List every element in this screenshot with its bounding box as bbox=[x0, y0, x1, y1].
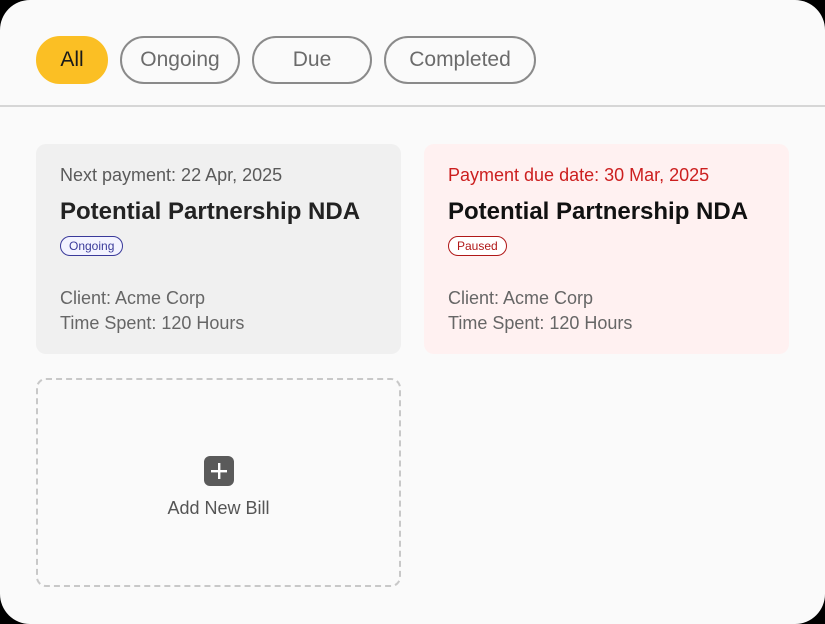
plus-icon bbox=[204, 456, 234, 486]
filter-bar: All Ongoing Due Completed bbox=[0, 0, 825, 107]
filter-chip-due[interactable]: Due bbox=[252, 36, 372, 84]
bill-title: Potential Partnership NDA bbox=[448, 198, 749, 225]
time-spent: Time Spent: 120 Hours bbox=[448, 313, 633, 333]
status-badge: Paused bbox=[448, 236, 507, 256]
bill-card[interactable]: Next payment: 22 Apr, 2025 Potential Par… bbox=[36, 144, 401, 354]
filter-chip-completed[interactable]: Completed bbox=[384, 36, 536, 84]
bills-panel: All Ongoing Due Completed Next payment: … bbox=[0, 0, 825, 624]
status-badge: Ongoing bbox=[60, 236, 124, 256]
next-payment-date: Next payment: 22 Apr, 2025 bbox=[60, 165, 283, 185]
filter-chip-ongoing[interactable]: Ongoing bbox=[120, 36, 240, 84]
bill-details: Client: Acme Corp Time Spent: 120 Hours bbox=[448, 286, 632, 336]
bill-details: Client: Acme Corp Time Spent: 120 Hours bbox=[60, 286, 244, 336]
client-name: Client: Acme Corp bbox=[60, 288, 206, 308]
time-spent: Time Spent: 120 Hours bbox=[60, 313, 245, 333]
bill-card[interactable]: Payment due date: 30 Mar, 2025 Potential… bbox=[424, 144, 789, 354]
add-new-bill-button[interactable]: Add New Bill bbox=[36, 378, 401, 587]
bill-title: Potential Partnership NDA bbox=[60, 198, 361, 225]
payment-due-date: Payment due date: 30 Mar, 2025 bbox=[448, 165, 710, 185]
add-new-bill-label: Add New Bill bbox=[167, 498, 270, 518]
client-name: Client: Acme Corp bbox=[448, 288, 594, 308]
filter-chip-all[interactable]: All bbox=[36, 36, 108, 84]
